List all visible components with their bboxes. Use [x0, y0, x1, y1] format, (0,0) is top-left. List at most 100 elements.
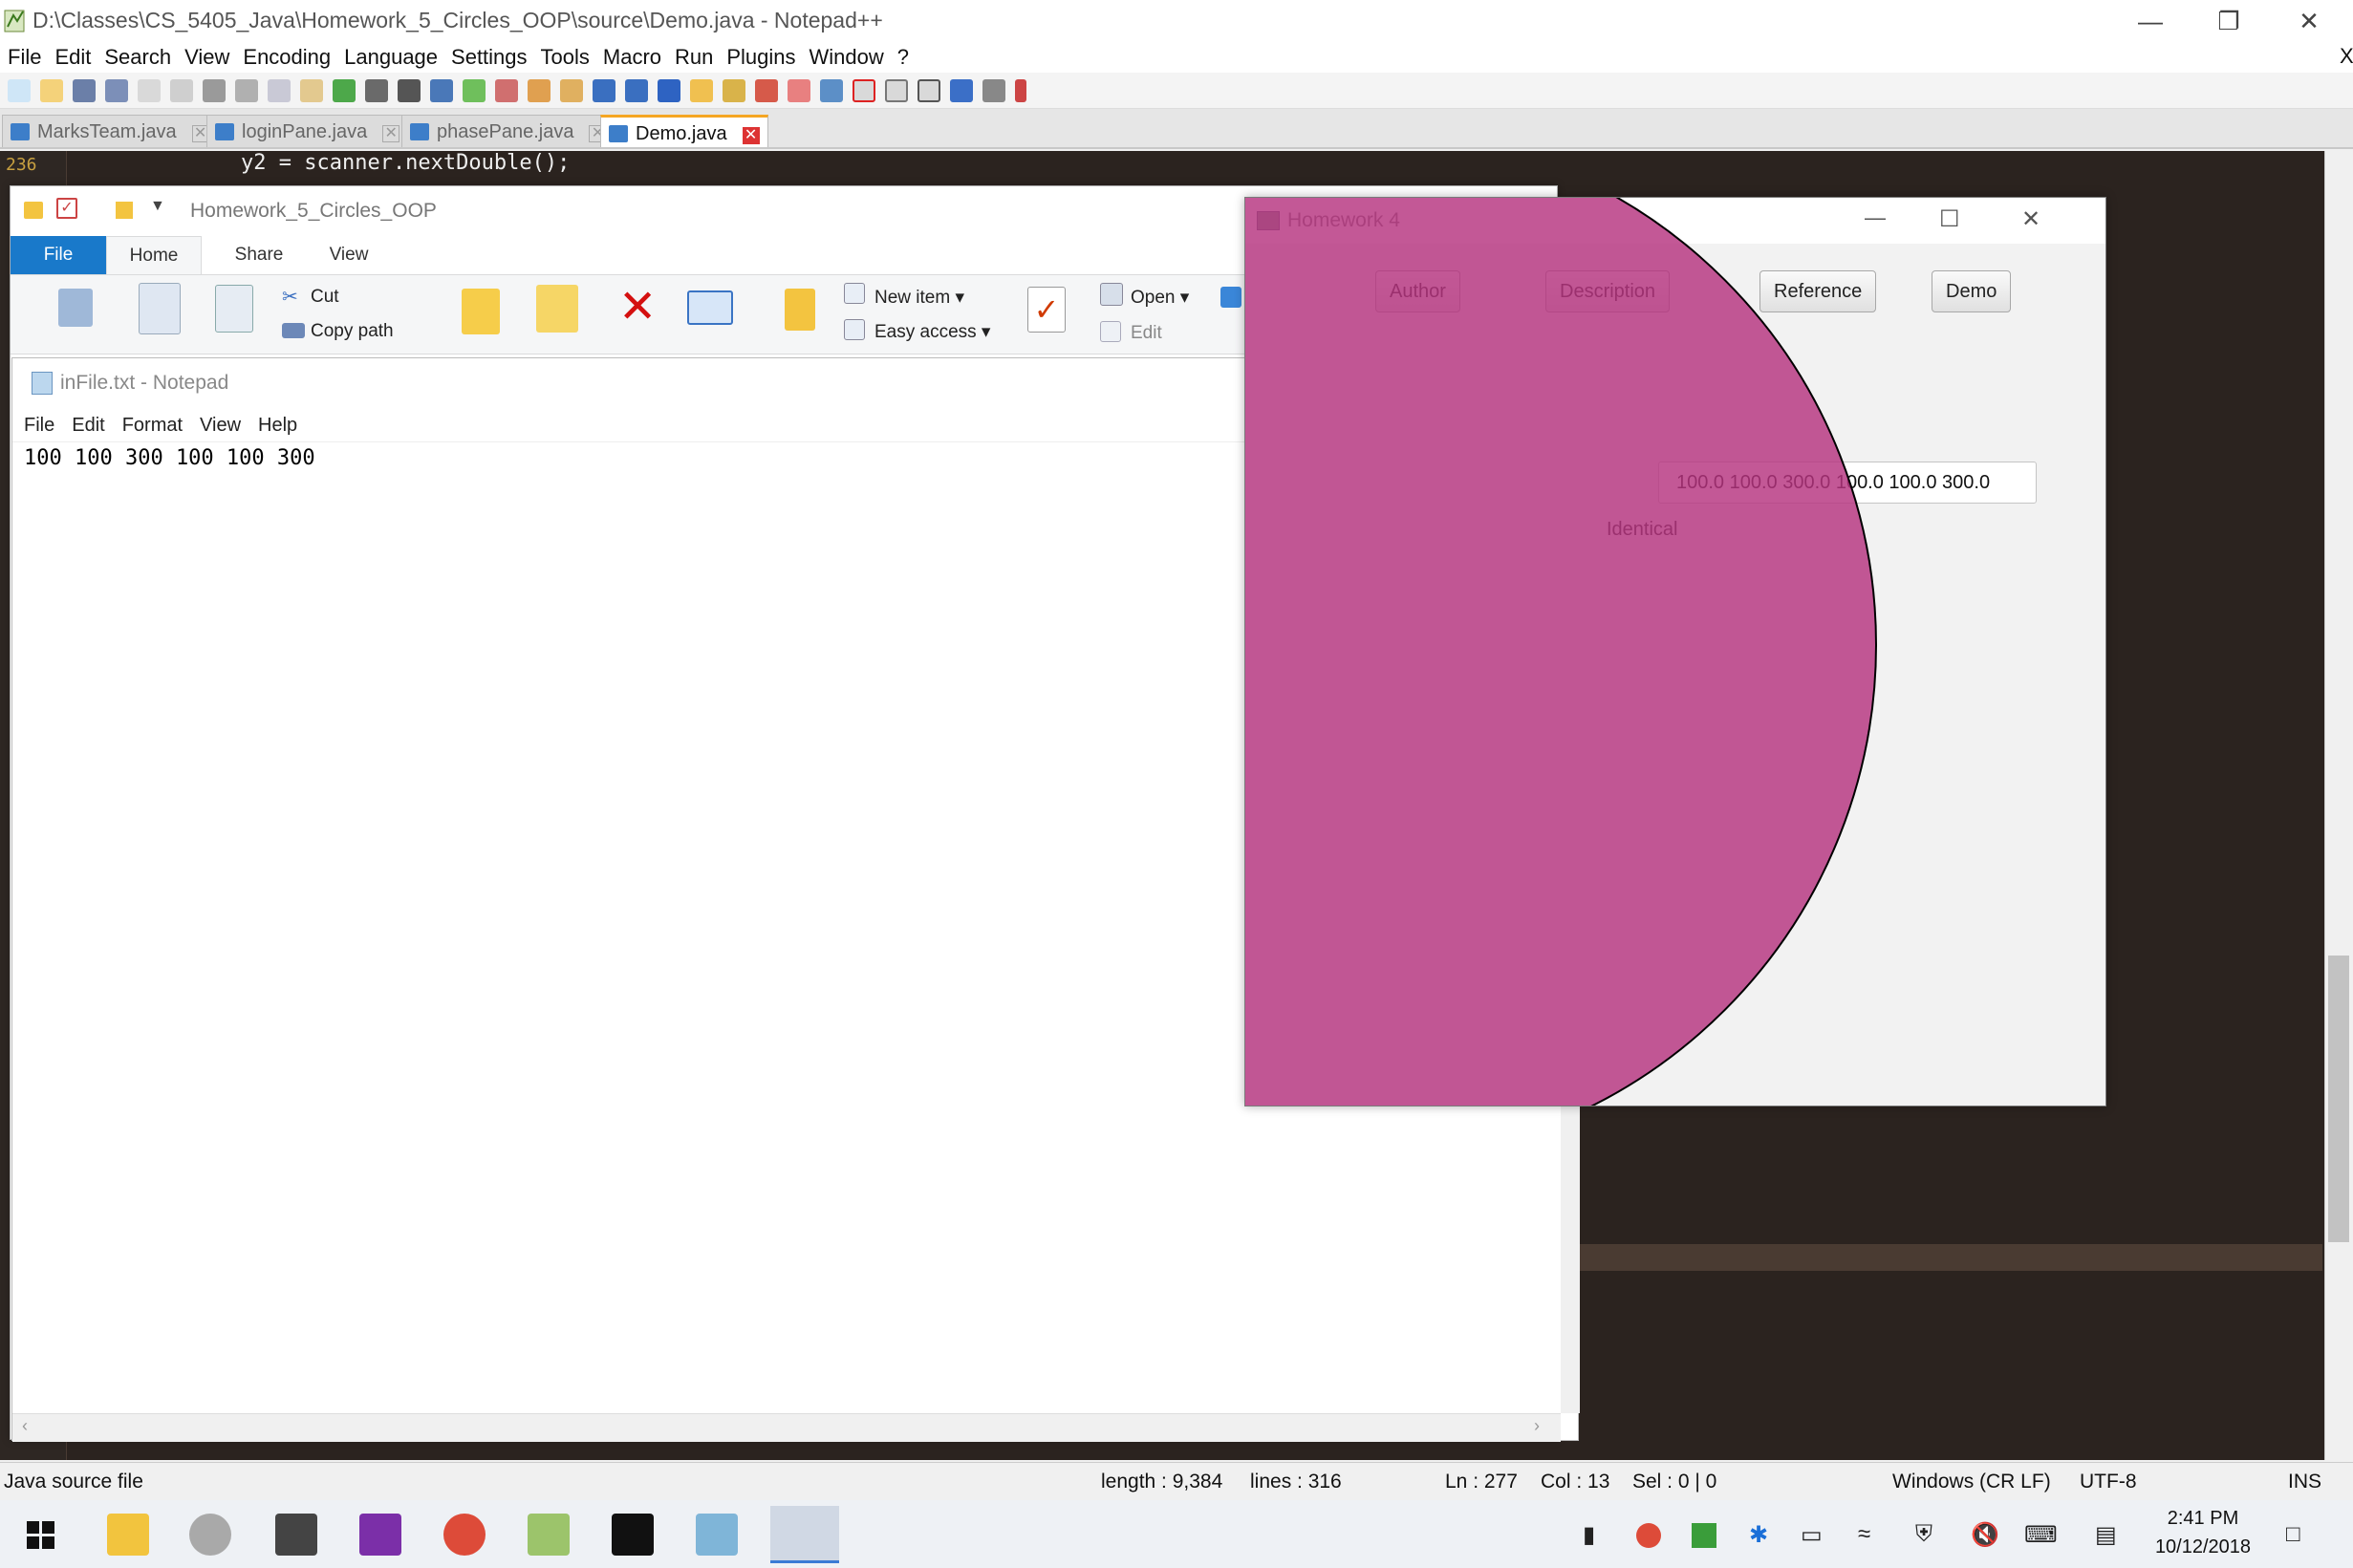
open-label[interactable]: Open ▾ — [1131, 287, 1189, 309]
zoom-out-icon[interactable] — [495, 78, 518, 102]
volume-muted-icon[interactable]: 🔇 — [1971, 1521, 1999, 1549]
editor-vertical-scrollbar[interactable] — [2324, 151, 2353, 1460]
tab-file[interactable]: File — [11, 236, 106, 274]
close-all-icon[interactable] — [170, 78, 193, 102]
restore-button[interactable]: ❐ — [2191, 2, 2267, 40]
h-app-tray-icon[interactable] — [1692, 1523, 1716, 1548]
coordinates-input[interactable]: 100.0 100.0 300.0 100.0 100.0 300.0 — [1658, 462, 2037, 504]
document-map-icon[interactable] — [723, 78, 745, 102]
maximize-button[interactable]: ☐ — [1939, 205, 1960, 233]
stop-macro-icon[interactable] — [885, 78, 908, 102]
quick-access-dropdown-icon[interactable]: ▼ — [150, 198, 165, 215]
copy-icon[interactable] — [139, 283, 181, 334]
function-list-icon[interactable] — [755, 78, 778, 102]
edit-label[interactable]: Edit — [1131, 323, 1162, 344]
save-macro-icon[interactable] — [982, 78, 1005, 102]
print-icon[interactable] — [203, 78, 226, 102]
notepad-text-area[interactable]: 100 100 300 100 100 300 — [24, 446, 315, 470]
run-macro-multiple-icon[interactable] — [950, 78, 973, 102]
monitoring-icon[interactable] — [820, 78, 843, 102]
new-file-icon[interactable] — [8, 78, 31, 102]
menu-search[interactable]: Search — [104, 45, 171, 70]
file-explorer-icon[interactable] — [107, 1514, 149, 1556]
tab-demo[interactable]: Demo.java ✕ — [600, 115, 768, 147]
chrome-icon[interactable] — [443, 1514, 486, 1556]
bluetooth-icon[interactable]: ✱ — [1749, 1521, 1768, 1549]
sync-vertical-icon[interactable] — [528, 78, 550, 102]
close-tab-icon[interactable]: ✕ — [382, 125, 400, 142]
record-macro-icon[interactable] — [853, 78, 875, 102]
cut-icon[interactable] — [235, 78, 258, 102]
paste-icon[interactable] — [300, 78, 323, 102]
notepad-horizontal-scrollbar[interactable]: ‹ › — [12, 1413, 1561, 1442]
menu-help[interactable]: Help — [258, 415, 297, 437]
close-button[interactable]: ✕ — [2271, 2, 2347, 40]
keyboard-icon[interactable]: ⌨ — [2024, 1521, 2058, 1549]
close-document-button[interactable]: X — [2340, 44, 2353, 69]
menu-edit[interactable]: Edit — [54, 45, 91, 70]
chrome-tray-icon[interactable] — [1636, 1523, 1661, 1548]
java-taskbar-icon[interactable] — [770, 1506, 839, 1563]
properties-icon[interactable]: ✓ — [1027, 287, 1066, 333]
close-button[interactable]: ✕ — [2021, 205, 2040, 233]
tab-view[interactable]: View — [301, 236, 397, 274]
homework4-titlebar[interactable]: Homework 4 — ☐ ✕ — [1245, 198, 2105, 244]
menu-plugins[interactable]: Plugins — [726, 45, 795, 70]
menu-macro[interactable]: Macro — [603, 45, 661, 70]
redo-icon[interactable] — [365, 78, 388, 102]
menu-tools[interactable]: Tools — [541, 45, 590, 70]
usb-icon[interactable]: ▮ — [1583, 1521, 1595, 1549]
menu-language[interactable]: Language — [344, 45, 438, 70]
tab-phasepane[interactable]: phasePane.java ✕ — [401, 115, 615, 147]
demo-button[interactable]: Demo — [1932, 270, 2012, 312]
tab-marksteam[interactable]: MarksTeam.java ✕ — [2, 115, 218, 147]
find-icon[interactable] — [398, 78, 421, 102]
notepadpp-taskbar-icon[interactable] — [528, 1514, 570, 1556]
menu-run[interactable]: Run — [675, 45, 713, 70]
minimize-button[interactable]: — — [2112, 2, 2189, 40]
description-button[interactable]: Description — [1545, 270, 1671, 312]
new-folder-icon[interactable] — [116, 202, 133, 219]
menu-settings[interactable]: Settings — [451, 45, 528, 70]
sync-horizontal-icon[interactable] — [560, 78, 583, 102]
tab-home[interactable]: Home — [106, 236, 202, 274]
battery-icon[interactable]: ▭ — [1801, 1521, 1823, 1549]
menu-file[interactable]: File — [8, 45, 41, 70]
show-all-chars-icon[interactable] — [625, 78, 648, 102]
pin-icon[interactable] — [58, 289, 93, 327]
notepad-taskbar-icon[interactable] — [696, 1514, 738, 1556]
terminal-icon[interactable] — [612, 1514, 654, 1556]
select-all-icon[interactable] — [1220, 287, 1241, 308]
menu-help[interactable]: ? — [897, 45, 909, 70]
move-to-icon[interactable] — [462, 289, 500, 334]
play-macro-icon[interactable] — [917, 78, 940, 102]
tablet-mode-icon[interactable]: ▤ — [2095, 1521, 2117, 1549]
media-player-icon[interactable] — [189, 1514, 231, 1556]
scrollbar-thumb[interactable] — [2328, 956, 2349, 1242]
folder-icon[interactable] — [788, 78, 810, 102]
start-button[interactable] — [27, 1521, 55, 1550]
tab-loginpane[interactable]: loginPane.java ✕ — [206, 115, 409, 147]
scroll-left-icon[interactable]: ‹ — [22, 1416, 28, 1436]
spell-check-icon[interactable] — [1015, 78, 1026, 102]
cut-label[interactable]: Cut — [311, 287, 339, 308]
menu-edit[interactable]: Edit — [72, 415, 104, 437]
minimize-button[interactable]: — — [1865, 205, 1886, 230]
security-shield-icon[interactable]: ⛨ — [1915, 1521, 1932, 1548]
clock-date[interactable]: 10/12/2018 — [2147, 1536, 2259, 1558]
open-file-icon[interactable] — [40, 78, 63, 102]
new-item-label[interactable]: New item ▾ — [874, 287, 964, 309]
properties-icon[interactable]: ✓ — [56, 198, 77, 219]
wifi-icon[interactable]: ≈ — [1858, 1521, 1870, 1548]
calculator-icon[interactable] — [275, 1514, 317, 1556]
reference-button[interactable]: Reference — [1759, 270, 1877, 312]
replace-icon[interactable] — [430, 78, 453, 102]
easy-access-label[interactable]: Easy access ▾ — [874, 321, 990, 343]
save-all-icon[interactable] — [105, 78, 128, 102]
copy-icon[interactable] — [268, 78, 291, 102]
scroll-right-icon[interactable]: › — [1534, 1416, 1540, 1436]
copy-path-label[interactable]: Copy path — [311, 321, 394, 342]
menu-file[interactable]: File — [24, 415, 54, 437]
menu-format[interactable]: Format — [122, 415, 183, 437]
close-file-icon[interactable] — [138, 78, 161, 102]
